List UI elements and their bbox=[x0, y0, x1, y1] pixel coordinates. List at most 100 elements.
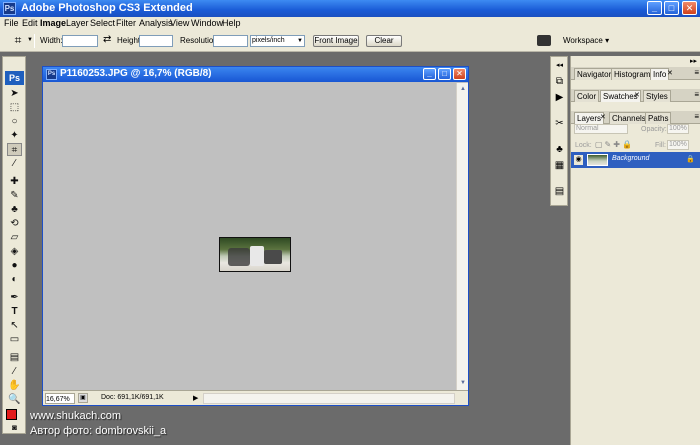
front-image-button[interactable]: Front Image bbox=[313, 35, 359, 47]
panel-menu-icon[interactable]: ≡ bbox=[694, 112, 699, 121]
scroll-down-icon[interactable]: ▼ bbox=[458, 378, 468, 388]
menu-image[interactable]: Image bbox=[40, 18, 66, 28]
dodge-tool-icon[interactable]: ◐ bbox=[7, 273, 22, 286]
marquee-tool-icon[interactable]: ⬚ bbox=[7, 101, 22, 114]
menu-bar: File Edit Image Layer Select Filter Anal… bbox=[0, 17, 700, 30]
document-title: P1160253.JPG @ 16,7% (RGB/8) bbox=[60, 68, 212, 79]
chevron-down-icon: ▼ bbox=[297, 38, 303, 44]
tab-styles[interactable]: Styles bbox=[643, 90, 671, 102]
photo-image[interactable] bbox=[219, 237, 291, 272]
zoom-tool-icon[interactable]: 🔍 bbox=[7, 393, 22, 406]
minimize-button[interactable]: _ bbox=[647, 1, 662, 15]
expand-arrows-icon[interactable]: ◂◂ bbox=[553, 59, 566, 72]
menu-layer[interactable]: Layer bbox=[66, 18, 89, 28]
foreground-color-swatch[interactable] bbox=[6, 409, 17, 420]
tab-color[interactable]: Color bbox=[574, 90, 600, 102]
chevron-down-icon[interactable]: ▼ bbox=[27, 37, 33, 43]
zoom-level-field[interactable]: 16,67% bbox=[45, 393, 75, 404]
history-panel-icon[interactable]: ⧉ bbox=[553, 75, 566, 88]
horizontal-scrollbar[interactable] bbox=[203, 393, 455, 404]
resolution-input[interactable] bbox=[213, 35, 248, 47]
panel-menu-icon[interactable]: ≡ bbox=[694, 90, 699, 99]
type-tool-icon[interactable]: T bbox=[7, 305, 22, 318]
scroll-up-icon[interactable]: ▲ bbox=[458, 84, 468, 94]
path-selection-tool-icon[interactable]: ↖ bbox=[7, 319, 22, 332]
actions-panel-icon[interactable]: ▶ bbox=[553, 91, 566, 104]
menu-view[interactable]: View bbox=[170, 18, 189, 28]
pen-tool-icon[interactable]: ✒ bbox=[7, 291, 22, 304]
clone-source-panel-icon[interactable]: ♣ bbox=[553, 143, 566, 156]
navigator-panel-tabs: Navigator Histogram Info ✕ ≡ bbox=[571, 67, 700, 80]
close-icon[interactable]: ✕ bbox=[600, 113, 606, 121]
notes-tool-icon[interactable]: ▤ bbox=[7, 351, 22, 364]
eraser-tool-icon[interactable]: ▱ bbox=[7, 231, 22, 244]
lock-icons[interactable]: ▢✎✚🔒 bbox=[595, 140, 634, 149]
tab-navigator[interactable]: Navigator bbox=[574, 68, 615, 80]
status-menu-icon[interactable]: ▣ bbox=[78, 393, 88, 403]
healing-brush-tool-icon[interactable]: ✚ bbox=[7, 175, 22, 188]
magic-wand-tool-icon[interactable]: ✦ bbox=[7, 129, 22, 142]
menu-filter[interactable]: Filter bbox=[116, 18, 136, 28]
fill-field[interactable]: 100% bbox=[667, 140, 689, 150]
panel-menu-icon[interactable]: ≡ bbox=[694, 68, 699, 77]
opacity-field[interactable]: 100% bbox=[667, 124, 689, 134]
menu-file[interactable]: File bbox=[4, 18, 19, 28]
blend-mode-select[interactable]: Normal bbox=[574, 124, 628, 134]
vertical-scrollbar[interactable]: ▲ ▼ bbox=[456, 83, 468, 390]
image-detail bbox=[250, 246, 264, 266]
lock-icon: 🔒 bbox=[686, 156, 695, 163]
eyedropper-tool-icon[interactable]: ⁄ bbox=[7, 365, 22, 378]
clear-button[interactable]: Clear bbox=[366, 35, 402, 47]
document-maximize-button[interactable]: □ bbox=[438, 68, 451, 80]
menu-help[interactable]: Help bbox=[222, 18, 241, 28]
tab-channels[interactable]: Channels bbox=[609, 112, 649, 124]
document-minimize-button[interactable]: _ bbox=[423, 68, 436, 80]
history-brush-tool-icon[interactable]: ⟲ bbox=[7, 217, 22, 230]
crop-tool-icon[interactable]: ⌗ bbox=[10, 33, 26, 48]
hand-tool-icon[interactable]: ✋ bbox=[7, 379, 22, 392]
tools-panel: Ps ➤ ⬚ ○ ✦ ⌗ ∕ ✚ ✎ ♣ ⟲ ▱ ◈ ● ◐ ✒ T ↖ ▭ ▤… bbox=[2, 56, 26, 434]
resolution-units-select[interactable]: pixels/inch ▼ bbox=[250, 35, 305, 47]
swap-dimensions-icon[interactable]: ⇄ bbox=[103, 34, 111, 45]
lasso-tool-icon[interactable]: ○ bbox=[7, 115, 22, 128]
menu-window[interactable]: Window bbox=[191, 18, 223, 28]
photoshop-app-icon: Ps bbox=[3, 2, 16, 15]
menu-select[interactable]: Select bbox=[90, 18, 115, 28]
close-icon[interactable]: ✕ bbox=[667, 69, 673, 77]
crop-tool-icon[interactable]: ⌗ bbox=[7, 143, 22, 156]
tab-histogram[interactable]: Histogram bbox=[611, 68, 654, 80]
clone-stamp-tool-icon[interactable]: ♣ bbox=[7, 203, 22, 216]
width-input[interactable] bbox=[62, 35, 98, 47]
app-title-bar: Ps Adobe Photoshop CS3 Extended _ □ ✕ bbox=[0, 0, 700, 17]
height-input[interactable] bbox=[139, 35, 173, 47]
photoshop-logo: Ps bbox=[5, 71, 24, 85]
shape-tool-icon[interactable]: ▭ bbox=[7, 333, 22, 346]
quick-mask-icon[interactable]: ◙ bbox=[7, 423, 22, 433]
tab-paths[interactable]: Paths bbox=[645, 112, 672, 124]
canvas-area[interactable] bbox=[47, 83, 456, 390]
document-title-bar[interactable]: Ps P1160253.JPG @ 16,7% (RGB/8) _ □ ✕ bbox=[43, 67, 468, 82]
paint-bucket-tool-icon[interactable]: ◈ bbox=[7, 245, 22, 258]
brushes-panel-icon[interactable]: ✂ bbox=[553, 117, 566, 130]
slice-tool-icon[interactable]: ∕ bbox=[7, 157, 22, 170]
lock-label: Lock: bbox=[575, 142, 592, 149]
layers-panel-tabs: Layers ✕ Channels Paths ≡ bbox=[571, 111, 700, 124]
workspace-menu[interactable]: Workspace ▾ bbox=[563, 36, 609, 45]
close-icon[interactable]: ✕ bbox=[634, 91, 640, 99]
menu-analysis[interactable]: Analysis bbox=[139, 18, 173, 28]
blur-tool-icon[interactable]: ● bbox=[7, 259, 22, 272]
status-arrow-icon[interactable]: ▶ bbox=[193, 394, 198, 402]
collapse-arrows-icon[interactable]: ▸▸ bbox=[690, 57, 697, 65]
eye-icon[interactable]: ◉ bbox=[574, 155, 583, 165]
layer-comps-panel-icon[interactable]: ▤ bbox=[553, 185, 566, 198]
document-close-button[interactable]: ✕ bbox=[453, 68, 466, 80]
document-size-info: Doc: 691,1K/691,1K bbox=[101, 394, 164, 401]
brush-tool-icon[interactable]: ✎ bbox=[7, 189, 22, 202]
maximize-button[interactable]: □ bbox=[664, 1, 679, 15]
move-tool-icon[interactable]: ➤ bbox=[7, 87, 22, 100]
menu-edit[interactable]: Edit bbox=[22, 18, 38, 28]
tool-presets-panel-icon[interactable]: ▦ bbox=[553, 159, 566, 172]
close-button[interactable]: ✕ bbox=[682, 1, 697, 15]
camera-icon[interactable] bbox=[537, 35, 551, 46]
layer-row-background[interactable]: ◉ Background 🔒 bbox=[571, 152, 700, 168]
